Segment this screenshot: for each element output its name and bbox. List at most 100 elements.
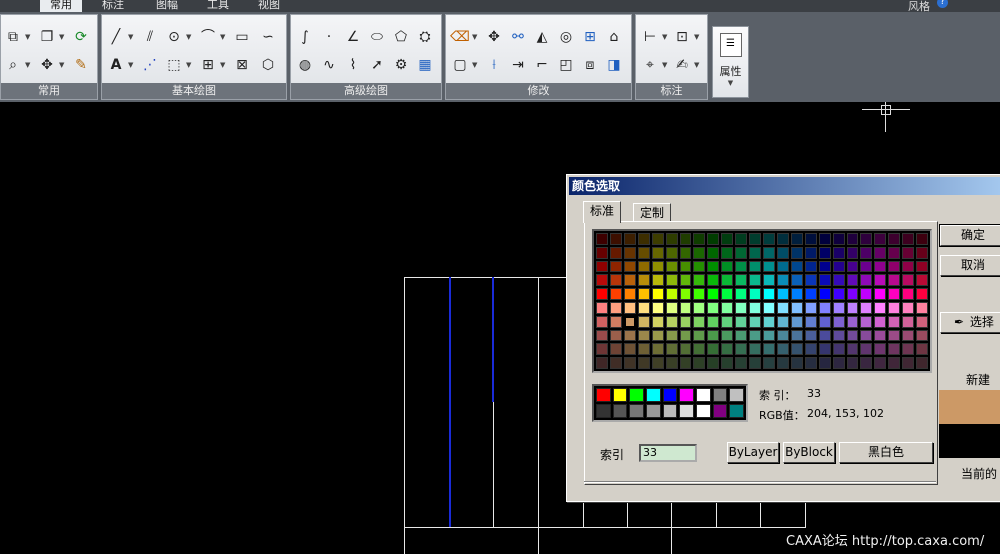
basic-color-cell[interactable] <box>662 388 678 402</box>
color-cell[interactable] <box>860 357 873 369</box>
coordinate-icon[interactable]: ⌖ <box>640 55 660 75</box>
basic-color-cell[interactable] <box>696 404 711 418</box>
color-cell[interactable] <box>888 274 901 287</box>
rotate-icon[interactable]: ◎ <box>556 27 576 47</box>
color-cell[interactable] <box>596 288 608 300</box>
color-cell[interactable] <box>623 260 636 273</box>
color-cell[interactable] <box>888 315 901 328</box>
wave-icon[interactable]: ∿ <box>319 55 339 75</box>
color-cell[interactable] <box>874 288 887 300</box>
color-cell[interactable] <box>623 357 636 369</box>
gear-icon[interactable]: ⚙ <box>391 55 411 75</box>
color-cell[interactable] <box>776 233 789 245</box>
ok-button[interactable]: 确定 <box>939 224 1000 247</box>
color-cell[interactable] <box>916 343 928 356</box>
color-cell[interactable] <box>735 357 748 369</box>
color-cell[interactable] <box>763 329 775 342</box>
color-cell[interactable] <box>637 343 650 356</box>
color-cell[interactable] <box>832 246 845 259</box>
color-cell[interactable] <box>846 288 859 300</box>
color-cell[interactable] <box>609 329 622 342</box>
color-cell[interactable] <box>776 246 789 259</box>
color-cell[interactable] <box>874 315 887 328</box>
color-cell[interactable] <box>721 274 734 287</box>
basic-color-cell[interactable] <box>712 404 728 418</box>
basic-color-grid[interactable] <box>592 384 748 422</box>
color-cell[interactable] <box>721 357 734 369</box>
color-cell[interactable] <box>763 315 775 328</box>
color-cell[interactable] <box>707 315 720 328</box>
block-icon[interactable]: ⊞ <box>198 55 218 75</box>
shape-icon[interactable]: ◍ <box>295 55 315 75</box>
color-cell[interactable] <box>679 233 692 245</box>
color-cell[interactable] <box>707 233 720 245</box>
color-cell[interactable] <box>888 357 901 369</box>
byblock-button[interactable]: ByBlock <box>783 442 835 463</box>
color-cell[interactable] <box>902 246 915 259</box>
trim-icon[interactable]: ⟊ <box>484 55 504 75</box>
color-cell[interactable] <box>888 260 901 273</box>
help-icon[interactable]: ? <box>937 0 948 8</box>
basic-color-cell[interactable] <box>646 388 661 402</box>
tab-tools[interactable]: 工具 <box>197 0 239 12</box>
color-cell[interactable] <box>749 274 761 287</box>
color-cell[interactable] <box>693 233 706 245</box>
color-cell[interactable] <box>846 260 859 273</box>
color-cell[interactable] <box>874 329 887 342</box>
color-cell[interactable] <box>804 315 817 328</box>
color-cell[interactable] <box>679 343 692 356</box>
tab-common[interactable]: 常用 <box>40 0 82 12</box>
color-cell[interactable] <box>804 288 817 300</box>
color-cell[interactable] <box>693 357 706 369</box>
color-cell[interactable] <box>651 260 664 273</box>
color-cell[interactable] <box>832 357 845 369</box>
tab-custom[interactable]: 定制 <box>633 203 672 222</box>
color-cell[interactable] <box>609 357 622 369</box>
color-cell[interactable] <box>832 302 845 314</box>
color-cell[interactable] <box>804 329 817 342</box>
color-cell[interactable] <box>609 233 622 245</box>
color-cell[interactable] <box>860 274 873 287</box>
color-cell[interactable] <box>679 302 692 314</box>
curve-icon[interactable]: ∫ <box>295 27 315 47</box>
eraser-icon[interactable]: ⌫ <box>450 27 470 47</box>
bylayer-button[interactable]: ByLayer <box>727 442 779 463</box>
color-cell[interactable] <box>846 357 859 369</box>
table-icon[interactable]: ▦ <box>415 55 435 75</box>
color-cell[interactable] <box>776 274 789 287</box>
color-cell[interactable] <box>860 315 873 328</box>
color-cell[interactable] <box>874 357 887 369</box>
color-cell[interactable] <box>902 343 915 356</box>
color-cell[interactable] <box>860 329 873 342</box>
arc-icon[interactable]: ⌒ <box>198 27 218 47</box>
color-cell[interactable] <box>818 246 831 259</box>
color-cell[interactable] <box>832 329 845 342</box>
color-cell[interactable] <box>916 274 928 287</box>
color-cell[interactable] <box>721 329 734 342</box>
color-cell[interactable] <box>707 302 720 314</box>
basic-color-cell[interactable] <box>662 404 678 418</box>
color-cell[interactable] <box>693 274 706 287</box>
color-cell[interactable] <box>721 288 734 300</box>
color-cell[interactable] <box>693 329 706 342</box>
color-cell[interactable] <box>790 302 803 314</box>
color-cell[interactable] <box>846 233 859 245</box>
color-cell[interactable] <box>804 357 817 369</box>
color-cell[interactable] <box>651 274 664 287</box>
color-cell[interactable] <box>596 260 608 273</box>
mirror-icon[interactable]: ◭ <box>532 27 552 47</box>
color-cell[interactable] <box>790 315 803 328</box>
color-cell[interactable] <box>888 233 901 245</box>
color-cell[interactable] <box>721 302 734 314</box>
color-cell[interactable] <box>596 357 608 369</box>
color-cell[interactable] <box>735 246 748 259</box>
color-cell[interactable] <box>846 343 859 356</box>
basic-color-cell[interactable] <box>612 404 628 418</box>
color-cell[interactable] <box>749 260 761 273</box>
tab-drawing-frame[interactable]: 图幅 <box>146 0 188 12</box>
color-cell[interactable] <box>749 315 761 328</box>
color-cell[interactable] <box>623 329 636 342</box>
color-cell[interactable] <box>596 233 608 245</box>
color-cell[interactable] <box>916 246 928 259</box>
color-cell[interactable] <box>665 233 678 245</box>
